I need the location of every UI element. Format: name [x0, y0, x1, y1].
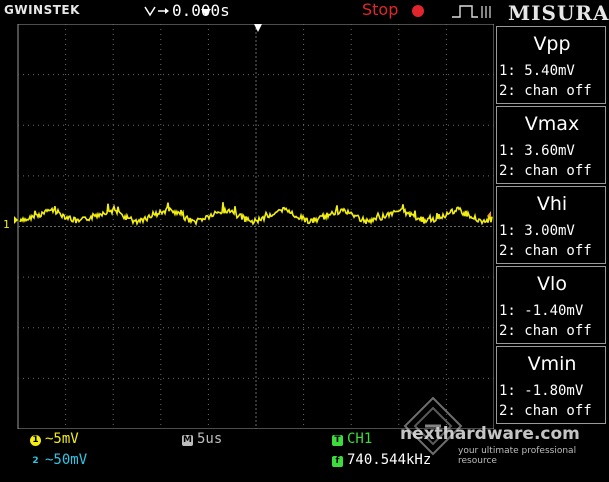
ch1-scale-indicator[interactable]: 1 ~5mV	[30, 431, 79, 447]
brand-logo: GWINSTEK	[4, 3, 80, 17]
channel-1-arrow-icon	[14, 216, 18, 224]
site-watermark: nexthardware.com	[400, 424, 580, 444]
timebase-badge-icon: M	[182, 435, 193, 446]
trigger-source-value: CH1	[347, 431, 373, 447]
measurement-ch1-value: 1: -1.80mV	[499, 383, 584, 399]
misura-watermark: MISURA	[508, 1, 609, 25]
ch1-badge-icon: 1	[30, 435, 41, 446]
measurement-vmin[interactable]: Vmin 1: -1.80mV 2: chan off	[496, 346, 606, 424]
measurement-vmax[interactable]: Vmax 1: 3.60mV 2: chan off	[496, 106, 606, 184]
trigger-source-indicator[interactable]: T CH1	[332, 431, 372, 447]
measurement-ch1-value: 1: 3.60mV	[499, 143, 575, 159]
horizontal-position-icon	[144, 6, 169, 17]
site-tagline: your ultimate professional resource	[458, 446, 577, 466]
measurement-ch1-value: 1: 3.00mV	[499, 223, 575, 239]
measurement-ch2-value: 2: chan off	[499, 83, 592, 99]
measurement-vhi[interactable]: Vhi 1: 3.00mV 2: chan off	[496, 186, 606, 264]
measurement-title: Vhi	[536, 193, 568, 215]
measurement-vlo[interactable]: Vlo 1: -1.40mV 2: chan off	[496, 266, 606, 344]
trigger-position-readout: 0.000s	[172, 1, 230, 20]
measurement-ch2-value: 2: chan off	[499, 163, 592, 179]
measurement-ch2-value: 2: chan off	[499, 403, 592, 419]
channel-1-marker[interactable]: 1	[3, 218, 10, 231]
rising-edge-trigger-icon	[452, 5, 491, 18]
measurement-title: Vmax	[524, 113, 580, 135]
measurement-title: Vpp	[533, 33, 571, 55]
trigger-position-marker-icon	[254, 24, 262, 32]
timebase-value: 5us	[197, 431, 223, 447]
measurement-ch1-value: 1: 5.40mV	[499, 63, 575, 79]
ch2-badge-icon: 2	[30, 456, 41, 467]
trigger-badge-icon: T	[332, 435, 343, 446]
ch1-scale-value: ~5mV	[45, 431, 79, 447]
measurement-ch2-value: 2: chan off	[499, 243, 592, 259]
run-stop-status[interactable]: Stop	[362, 0, 398, 19]
ch2-scale-value: ~50mV	[45, 452, 88, 468]
measurement-ch2-value: 2: chan off	[499, 323, 592, 339]
timebase-indicator[interactable]: M 5us	[182, 431, 222, 447]
measurement-vpp[interactable]: Vpp 1: 5.40mV 2: chan off	[496, 26, 606, 104]
frequency-badge-icon: f	[332, 456, 343, 467]
stop-indicator-icon	[412, 5, 424, 17]
graticule	[17, 23, 495, 430]
measurement-ch1-value: 1: -1.40mV	[499, 303, 584, 319]
measurement-title: Vmin	[527, 353, 577, 375]
measurement-panel: Vpp 1: 5.40mV 2: chan off Vmax 1: 3.60mV…	[494, 24, 609, 429]
ch2-scale-indicator[interactable]: 2 ~50mV	[30, 452, 87, 468]
oscilloscope-screen: 1 GWINSTEK 0.000s Stop MISURA Vpp 1: 5.4…	[0, 0, 609, 482]
top-bar: GWINSTEK 0.000s Stop MISURA	[0, 0, 609, 25]
measurement-title: Vlo	[537, 273, 567, 295]
